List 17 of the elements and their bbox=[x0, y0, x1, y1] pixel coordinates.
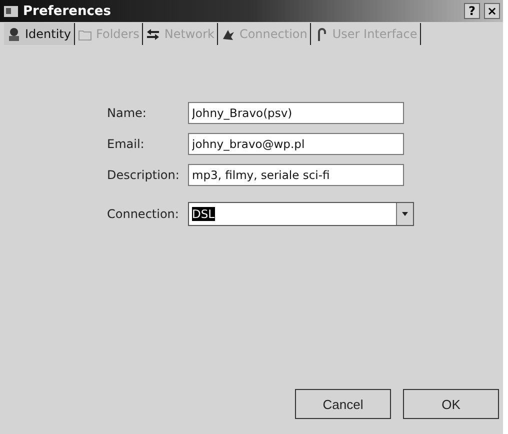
help-button[interactable]: ? bbox=[464, 3, 480, 19]
input-field[interactable]: mp3, filmy, seriale sci-fi bbox=[188, 164, 404, 186]
person-icon bbox=[7, 27, 21, 41]
cancel-button[interactable]: Cancel bbox=[295, 389, 391, 419]
arrows-icon bbox=[146, 27, 160, 41]
window-app-icon bbox=[3, 4, 19, 18]
field-label: Email: bbox=[107, 137, 146, 151]
window-title: Preferences bbox=[23, 4, 112, 18]
field-label: Connection: bbox=[107, 207, 180, 221]
selected-value: DSL bbox=[192, 207, 215, 221]
connection-dropdown[interactable]: DSL bbox=[188, 202, 414, 226]
close-button[interactable]: × bbox=[484, 3, 500, 19]
input-field[interactable]: johny_bravo@wp.pl bbox=[188, 133, 404, 155]
field-label: Name: bbox=[107, 106, 148, 120]
field-label: Description: bbox=[107, 168, 180, 182]
tab[interactable]: Identity bbox=[4, 23, 75, 45]
ok-button[interactable]: OK bbox=[403, 389, 499, 419]
